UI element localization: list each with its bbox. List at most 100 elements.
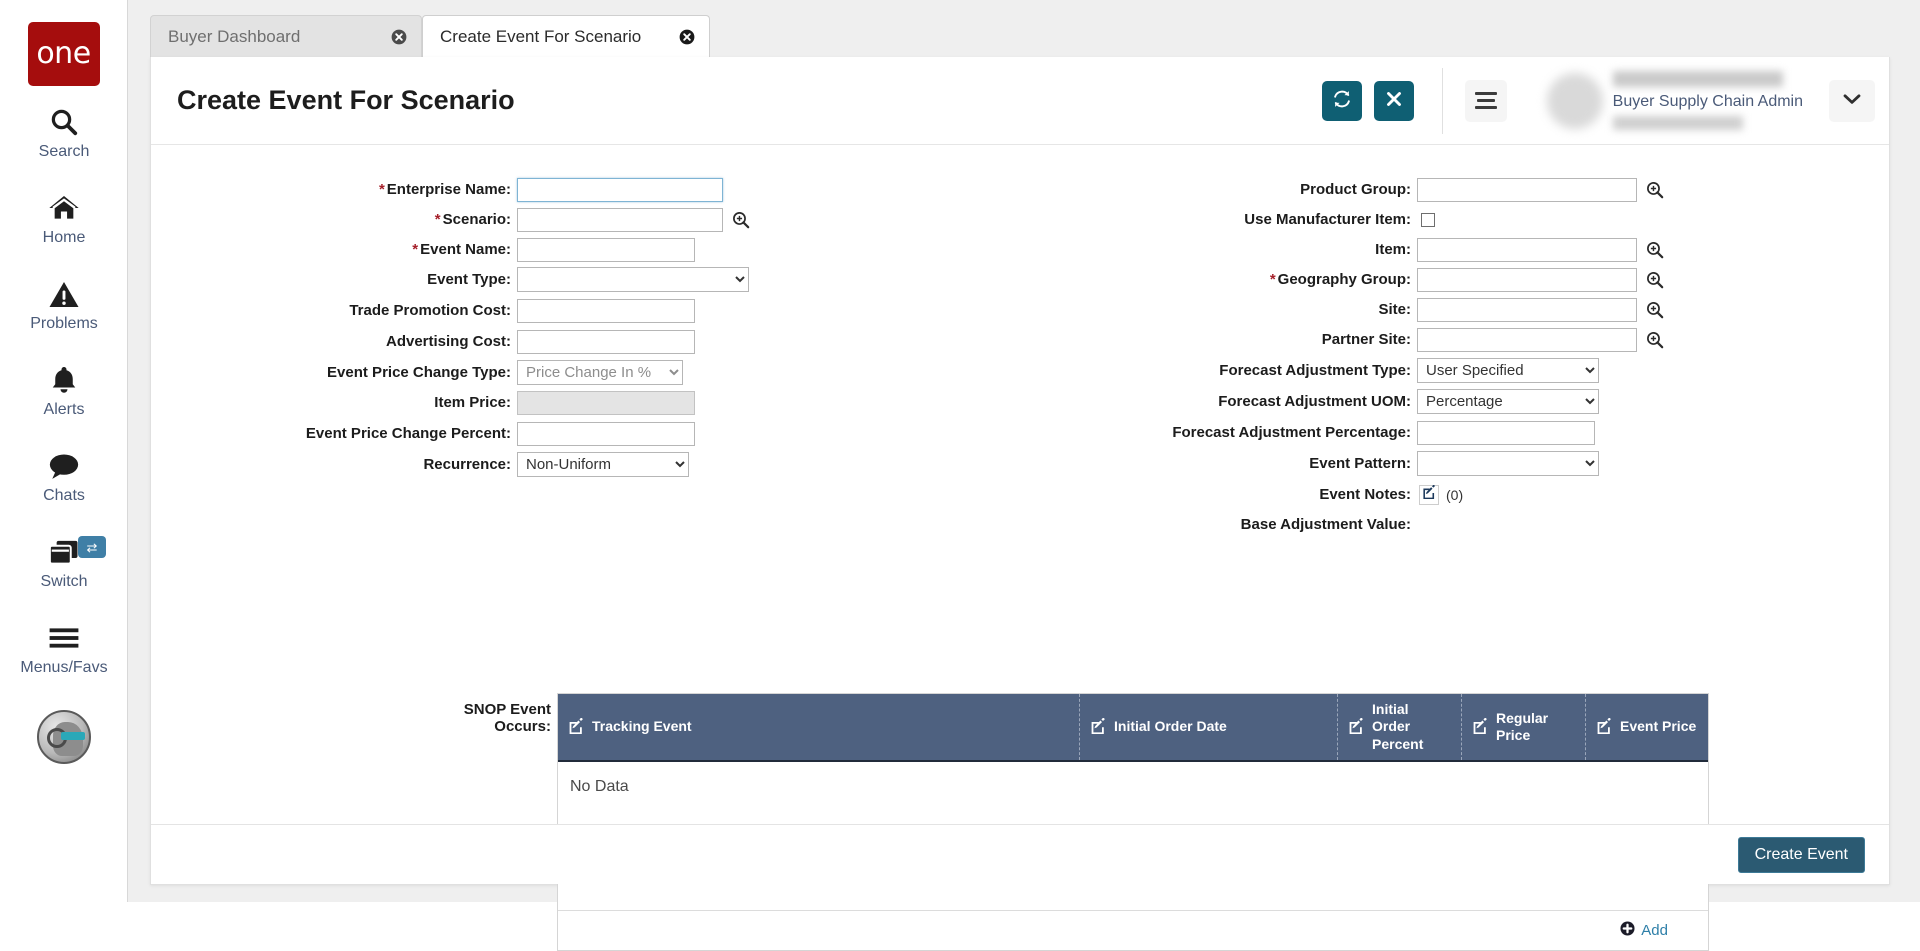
user-menu-toggle[interactable] <box>1829 79 1875 122</box>
tab-label: Buyer Dashboard <box>168 26 301 46</box>
sidebar-item-switch[interactable]: ⇄ Switch <box>0 520 128 606</box>
card-footer: Create Event <box>151 824 1889 884</box>
page-header: Create Event For Scenario Buyer Supply C… <box>151 57 1889 145</box>
forecast-adjustment-percentage-input[interactable] <box>1417 420 1595 445</box>
required-marker: * <box>434 211 441 228</box>
user-name-redacted <box>1612 71 1783 87</box>
sidebar-item-menus-favs[interactable]: Menus/Favs <box>0 606 128 692</box>
partner-site-lookup-icon[interactable] <box>1646 331 1664 349</box>
avatar-visor <box>60 732 85 740</box>
header-divider <box>1441 67 1443 134</box>
sidebar-item-search[interactable]: Search <box>0 90 128 176</box>
field-forecast-adjustment-percentage: Forecast Adjustment Percentage: <box>981 420 1595 445</box>
field-label: Forecast Adjustment Percentage: <box>1172 424 1411 441</box>
sidebar-item-home[interactable]: Home <box>0 176 128 262</box>
edit-pencil-icon <box>1472 717 1488 737</box>
product-group-input[interactable] <box>1417 177 1637 202</box>
chevron-down-icon <box>1843 92 1861 110</box>
sidebar-item-label: Search <box>38 143 90 160</box>
forecast-adjustment-type-select[interactable]: User Specified <box>1417 358 1599 383</box>
grid-column-label: Tracking Event <box>592 718 692 735</box>
edit-pencil-icon <box>568 717 584 737</box>
grid-header-row: Tracking Event Initial Order Date Initia… <box>558 694 1708 762</box>
event-name-input[interactable] <box>517 237 695 262</box>
field-product-group: Product Group: <box>981 177 1664 202</box>
trade-promotion-cost-input[interactable] <box>517 298 695 323</box>
field-label: Recurrence: <box>423 456 511 473</box>
field-label: Event Notes: <box>1319 486 1411 503</box>
required-marker: * <box>378 181 385 198</box>
scenario-input[interactable] <box>517 207 723 232</box>
field-item-price: Item Price: <box>211 390 695 415</box>
create-event-form: * Enterprise Name: * Scenario: * Event Name… <box>151 145 1889 951</box>
event-notes-edit-button[interactable] <box>1419 484 1439 505</box>
field-label: Event Pattern: <box>1309 455 1411 472</box>
edit-pencil-icon <box>1348 717 1364 737</box>
scenario-lookup-icon[interactable] <box>732 211 750 229</box>
sidebar-item-problems[interactable]: Problems <box>0 262 128 348</box>
tab-label: Create Event For Scenario <box>440 26 642 46</box>
tab-buyer-dashboard[interactable]: Buyer Dashboard <box>150 15 422 57</box>
refresh-button[interactable] <box>1321 80 1362 121</box>
field-event-pattern: Event Pattern: <box>981 451 1599 476</box>
item-input[interactable] <box>1417 237 1637 262</box>
field-item: Item: <box>981 237 1664 262</box>
sidebar-item-alerts[interactable]: Alerts <box>0 348 128 434</box>
site-input[interactable] <box>1417 297 1637 322</box>
user-role-label: Buyer Supply Chain Admin <box>1612 93 1803 110</box>
close-icon[interactable] <box>659 29 695 45</box>
item-lookup-icon[interactable] <box>1646 241 1664 259</box>
close-x-icon <box>1384 89 1404 112</box>
tab-create-event-for-scenario[interactable]: Create Event For Scenario <box>422 15 710 60</box>
hamburger-icon <box>48 621 80 655</box>
field-label: Forecast Adjustment UOM: <box>1218 393 1411 410</box>
field-label: Partner Site: <box>1321 331 1411 348</box>
main-content-card: Create Event For Scenario Buyer Supply C… <box>150 57 1890 951</box>
one-network-logo[interactable]: one <box>27 22 100 86</box>
forecast-adjustment-uom-select[interactable]: Percentage <box>1417 389 1599 414</box>
geography-group-input[interactable] <box>1417 267 1637 292</box>
field-event-type: Event Type: <box>211 267 749 292</box>
grid-column-regular-price[interactable]: Regular Price <box>1462 694 1586 760</box>
geography-group-lookup-icon[interactable] <box>1646 271 1664 289</box>
field-label: Item: <box>1375 241 1411 258</box>
close-page-button[interactable] <box>1373 80 1414 121</box>
field-event-name: * Event Name: <box>211 237 695 262</box>
use-manufacturer-item-checkbox[interactable] <box>1421 212 1435 227</box>
grid-column-tracking-event[interactable]: Tracking Event <box>558 694 1080 760</box>
user-profile[interactable]: Buyer Supply Chain Admin <box>1546 71 1875 130</box>
assistant-avatar[interactable] <box>36 710 91 764</box>
left-sidebar: one Search Home Problems Alerts Chats ⇄ … <box>0 0 128 902</box>
hamburger-menu-icon <box>1474 90 1497 111</box>
grid-column-label: Regular Price <box>1496 709 1549 744</box>
product-group-lookup-icon[interactable] <box>1646 181 1664 199</box>
field-geography-group: * Geography Group: <box>981 267 1664 292</box>
grid-column-initial-order-percent[interactable]: Initial Order Percent <box>1338 694 1462 760</box>
partner-site-input[interactable] <box>1417 327 1637 352</box>
event-price-change-percent-input[interactable] <box>517 421 695 446</box>
recurrence-select[interactable]: Non-Uniform <box>517 452 689 477</box>
browser-tab-bar: Buyer Dashboard Create Event For Scenari… <box>128 0 1920 60</box>
snop-event-occurs-label: SNOP Event Occurs: <box>463 701 551 735</box>
enterprise-name-input[interactable] <box>517 177 723 202</box>
required-marker: * <box>412 241 419 258</box>
field-trade-promotion-cost: Trade Promotion Cost: <box>211 298 695 323</box>
create-event-button[interactable]: Create Event <box>1737 836 1865 873</box>
grid-column-initial-order-date[interactable]: Initial Order Date <box>1080 694 1338 760</box>
event-type-select[interactable] <box>517 267 749 292</box>
site-lookup-icon[interactable] <box>1646 301 1664 319</box>
event-price-change-type-select[interactable]: Price Change In % <box>517 360 683 385</box>
event-pattern-select[interactable] <box>1417 451 1599 476</box>
avatar <box>1546 72 1603 129</box>
add-label: Add <box>1641 922 1668 939</box>
swap-arrows-icon[interactable]: ⇄ <box>78 536 106 558</box>
add-row-button[interactable]: Add <box>1620 921 1668 940</box>
field-use-manufacturer-item: Use Manufacturer Item: <box>981 207 1435 232</box>
search-icon <box>49 105 79 139</box>
advertising-cost-input[interactable] <box>517 329 695 354</box>
sidebar-item-chats[interactable]: Chats <box>0 434 128 520</box>
page-menu-button[interactable] <box>1464 79 1507 122</box>
close-icon[interactable] <box>371 29 407 45</box>
grid-column-event-price[interactable]: Event Price <box>1586 694 1708 760</box>
field-label: Forecast Adjustment Type: <box>1219 362 1411 379</box>
